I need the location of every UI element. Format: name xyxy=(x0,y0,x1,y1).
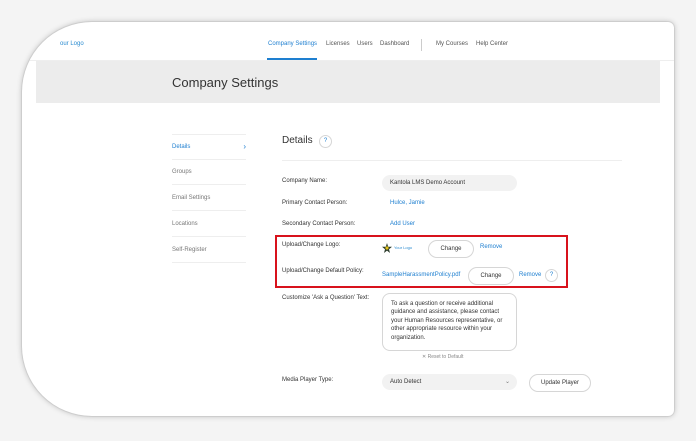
active-tab-underline xyxy=(267,58,317,60)
sidebar-item-groups[interactable]: Groups xyxy=(172,160,246,185)
policy-file-link[interactable]: SampleHarassmentPolicy.pdf xyxy=(382,272,460,278)
secondary-contact-label: Secondary Contact Person: xyxy=(282,221,356,227)
sidebar-item-label: Email Settings xyxy=(172,195,211,201)
sidebar-item-label: Self-Register xyxy=(172,247,207,253)
update-player-button[interactable]: Update Player xyxy=(529,374,591,392)
remove-logo-link[interactable]: Remove xyxy=(480,244,502,250)
primary-contact-label: Primary Contact Person: xyxy=(282,200,348,206)
upload-policy-label: Upload/Change Default Policy: xyxy=(282,268,364,274)
page-header-band xyxy=(36,61,660,103)
section-divider xyxy=(282,160,622,161)
media-player-label: Media Player Type: xyxy=(282,377,334,383)
chevron-right-icon: › xyxy=(243,142,246,151)
remove-policy-link[interactable]: Remove xyxy=(519,272,541,278)
nav-divider xyxy=(421,39,422,51)
policy-help-icon[interactable]: ? xyxy=(545,269,558,282)
ask-question-label: Customize 'Ask a Question' Text: xyxy=(282,295,370,301)
section-title: Details xyxy=(282,135,313,146)
reset-to-default-link[interactable]: ✕ Reset to Default xyxy=(422,354,463,360)
add-user-link[interactable]: Add User xyxy=(390,221,415,227)
nav-my-courses[interactable]: My Courses xyxy=(436,41,468,47)
chevron-down-icon: ⌄ xyxy=(504,379,510,385)
logo-preview-text: Your Logo xyxy=(394,245,413,250)
sidebar-item-self-register[interactable]: Self-Register xyxy=(172,238,246,263)
upload-logo-label: Upload/Change Logo: xyxy=(282,242,341,248)
change-policy-button[interactable]: Change xyxy=(468,267,514,285)
media-player-select[interactable]: Auto Detect ⌄ xyxy=(382,374,517,390)
nav-licenses[interactable]: Licenses xyxy=(326,41,350,47)
nav-dashboard[interactable]: Dashboard xyxy=(380,41,409,47)
page-title: Company Settings xyxy=(172,75,279,90)
sidebar-item-label: Details xyxy=(172,144,191,150)
app-window: our Logo Company Settings Licenses Users… xyxy=(22,22,674,416)
close-icon: ✕ xyxy=(422,354,427,360)
sidebar-item-email-settings[interactable]: Email Settings xyxy=(172,186,246,211)
sidebar-item-details[interactable]: Details › xyxy=(172,135,246,160)
sidebar-item-label: Locations xyxy=(172,221,198,227)
primary-contact-link[interactable]: Hulce, Jamie xyxy=(390,200,425,206)
nav-help-center[interactable]: Help Center xyxy=(476,41,508,47)
top-nav-bar: our Logo Company Settings Licenses Users… xyxy=(22,22,674,61)
sidebar-item-label: Groups xyxy=(172,169,192,175)
help-icon[interactable]: ? xyxy=(319,135,332,148)
nav-users[interactable]: Users xyxy=(357,41,373,47)
logo-preview-icon xyxy=(382,243,392,253)
company-name-field[interactable]: Kantola LMS Demo Account xyxy=(382,175,517,191)
change-logo-button[interactable]: Change xyxy=(428,240,474,258)
ask-question-textarea[interactable]: To ask a question or receive additional … xyxy=(382,293,517,351)
company-name-label: Company Name: xyxy=(282,178,328,184)
nav-company-settings[interactable]: Company Settings xyxy=(268,41,317,47)
company-logo[interactable]: our Logo xyxy=(60,41,84,47)
sidebar-item-locations[interactable]: Locations xyxy=(172,212,246,237)
